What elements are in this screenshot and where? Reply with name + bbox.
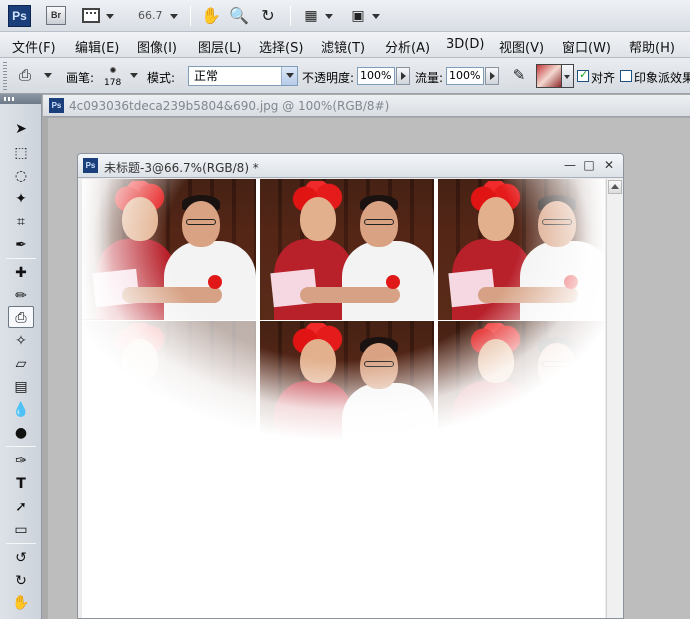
opacity-input[interactable]: 100% bbox=[357, 67, 395, 85]
document-tab-title[interactable]: 4c093036tdeca239b5804&690.jpg @ 100%(RGB… bbox=[69, 99, 389, 113]
menu-view[interactable]: 视图(V) bbox=[499, 37, 544, 56]
ps-document-icon: Ps bbox=[49, 98, 64, 113]
menu-edit[interactable]: 编辑(E) bbox=[75, 37, 119, 56]
bridge-button[interactable]: Br bbox=[46, 6, 66, 25]
align-checkbox[interactable] bbox=[577, 68, 589, 82]
menu-3d[interactable]: 3D(D) bbox=[446, 37, 484, 52]
impressionist-label: 印象派效果 bbox=[634, 71, 690, 85]
lasso-tool-icon[interactable]: ◌ bbox=[8, 165, 34, 187]
eraser-tool-icon[interactable]: ▱ bbox=[8, 353, 34, 375]
floating-document-window[interactable]: Ps 未标题-3@66.7%(RGB/8) * — □ ✕ bbox=[77, 153, 624, 619]
close-button[interactable]: ✕ bbox=[601, 157, 617, 173]
hand-tool-icon[interactable]: ✋ bbox=[200, 5, 222, 27]
impressionist-checkbox[interactable] bbox=[620, 70, 632, 82]
opacity-slider-button[interactable] bbox=[396, 67, 410, 85]
zoom-level[interactable]: 66.7 bbox=[138, 9, 163, 22]
zoom-tool-icon[interactable]: 🔍 bbox=[228, 5, 250, 27]
menu-file[interactable]: 文件(F) bbox=[12, 37, 56, 56]
view-extras-icon[interactable] bbox=[82, 8, 100, 23]
move-tool-icon[interactable]: ➤ bbox=[8, 118, 34, 140]
marquee-tool-icon[interactable]: ⬚ bbox=[8, 142, 34, 164]
brush-size: 178 bbox=[104, 78, 122, 88]
eyedropper-tool-icon[interactable]: ✒ bbox=[8, 234, 34, 256]
separator bbox=[6, 446, 36, 447]
menu-analysis[interactable]: 分析(A) bbox=[385, 37, 430, 56]
flow-label: 流量: bbox=[415, 71, 444, 85]
mode-value: 正常 bbox=[194, 69, 219, 83]
flow-slider-button[interactable] bbox=[485, 67, 499, 85]
history-brush-tool-icon[interactable]: ✧ bbox=[8, 330, 34, 352]
toolbox-header[interactable] bbox=[0, 94, 41, 104]
document-canvas[interactable] bbox=[82, 179, 605, 618]
floating-window-titlebar[interactable]: Ps 未标题-3@66.7%(RGB/8) * — □ ✕ bbox=[78, 154, 623, 178]
options-grip[interactable] bbox=[3, 62, 7, 90]
menu-select[interactable]: 选择(S) bbox=[259, 37, 303, 56]
align-label: 对齐 bbox=[591, 71, 616, 85]
clone-stamp-tool-icon[interactable]: ⎙ bbox=[14, 64, 36, 86]
brush-label: 画笔: bbox=[66, 71, 95, 85]
vertical-scrollbar[interactable] bbox=[606, 179, 623, 618]
blur-tool-icon[interactable]: 💧 bbox=[8, 399, 34, 421]
mode-label: 模式: bbox=[147, 71, 176, 85]
floating-window-title: 未标题-3@66.7%(RGB/8) * bbox=[104, 161, 259, 175]
3d-rotate-tool-icon[interactable]: ↺ bbox=[8, 547, 34, 569]
mode-select[interactable]: 正常 bbox=[188, 66, 298, 86]
separator bbox=[6, 543, 36, 544]
3d-orbit-tool-icon[interactable]: ↻ bbox=[8, 570, 34, 592]
flow-input[interactable]: 100% bbox=[446, 67, 484, 85]
hand-tool-icon[interactable]: ✋ bbox=[8, 592, 34, 614]
quick-selection-tool-icon[interactable]: ✦ bbox=[8, 188, 34, 210]
photo-tile bbox=[438, 321, 605, 441]
menu-filter[interactable]: 滤镜(T) bbox=[321, 37, 365, 56]
brush-tool-icon[interactable]: ✏ bbox=[8, 285, 34, 307]
minimize-button[interactable]: — bbox=[562, 157, 578, 173]
rotate-view-icon[interactable]: ↻ bbox=[257, 5, 279, 27]
pattern-picker-dropdown[interactable] bbox=[562, 64, 574, 88]
chevron-down-icon[interactable] bbox=[281, 67, 297, 85]
pen-tool-icon[interactable]: ✑ bbox=[8, 450, 34, 472]
shape-tool-icon[interactable]: ▭ bbox=[8, 519, 34, 541]
photo-tile bbox=[260, 179, 434, 320]
clone-stamp-tool-icon[interactable]: ⎙ bbox=[8, 306, 34, 328]
healing-brush-tool-icon[interactable]: ✚ bbox=[8, 262, 34, 284]
opacity-label: 不透明度: bbox=[302, 71, 355, 85]
ps-document-icon: Ps bbox=[83, 158, 98, 173]
menu-help[interactable]: 帮助(H) bbox=[629, 37, 675, 56]
application-bar: Ps Br 66.7 ✋ 🔍 ↻ ▦ ▣ bbox=[0, 0, 690, 32]
photo-tile bbox=[260, 321, 434, 441]
chevron-down-icon[interactable] bbox=[325, 14, 333, 19]
gradient-tool-icon[interactable]: ▤ bbox=[8, 376, 34, 398]
separator bbox=[6, 258, 36, 259]
menu-image[interactable]: 图像(I) bbox=[137, 37, 177, 56]
menu-layer[interactable]: 图层(L) bbox=[198, 37, 241, 56]
toolbox: ➤ ⬚ ◌ ✦ ⌗ ✒ ✚ ✏ ⎙ ✧ ▱ ▤ 💧 ● ✑ T ➚ ▭ ↺ ↻ … bbox=[0, 94, 42, 619]
type-tool-icon[interactable]: T bbox=[8, 473, 34, 495]
menu-bar: 文件(F) 编辑(E) 图像(I) 图层(L) 选择(S) 滤镜(T) 分析(A… bbox=[0, 32, 690, 58]
crop-tool-icon[interactable]: ⌗ bbox=[8, 211, 34, 233]
chevron-down-icon[interactable] bbox=[106, 14, 114, 19]
tool-preset-dropdown-icon[interactable] bbox=[44, 73, 52, 78]
brush-preview[interactable]: 178 bbox=[100, 64, 128, 90]
zoom-dropdown-icon[interactable] bbox=[170, 14, 178, 19]
chevron-down-icon[interactable] bbox=[372, 14, 380, 19]
brush-dropdown-icon[interactable] bbox=[130, 73, 138, 78]
screen-mode-icon[interactable]: ▣ bbox=[347, 5, 369, 27]
photoshop-logo: Ps bbox=[8, 5, 31, 27]
path-selection-tool-icon[interactable]: ➚ bbox=[8, 496, 34, 518]
brush-tip-icon bbox=[110, 67, 116, 73]
document-tab[interactable]: Ps 4c093036tdeca239b5804&690.jpg @ 100%(… bbox=[43, 95, 690, 117]
zoom-tool-icon[interactable]: ⌕ bbox=[8, 613, 34, 619]
chevron-down-icon bbox=[564, 75, 570, 79]
separator bbox=[290, 6, 291, 26]
arrange-documents-icon[interactable]: ▦ bbox=[300, 5, 322, 27]
airbrush-icon[interactable]: ✎ bbox=[508, 64, 530, 86]
photo-tile bbox=[82, 321, 256, 441]
maximize-button[interactable]: □ bbox=[581, 157, 597, 173]
scroll-up-button[interactable] bbox=[608, 180, 622, 194]
dodge-tool-icon[interactable]: ● bbox=[8, 422, 34, 444]
pattern-picker-thumbnail[interactable] bbox=[536, 64, 562, 88]
separator bbox=[190, 6, 191, 26]
menu-window[interactable]: 窗口(W) bbox=[562, 37, 611, 56]
